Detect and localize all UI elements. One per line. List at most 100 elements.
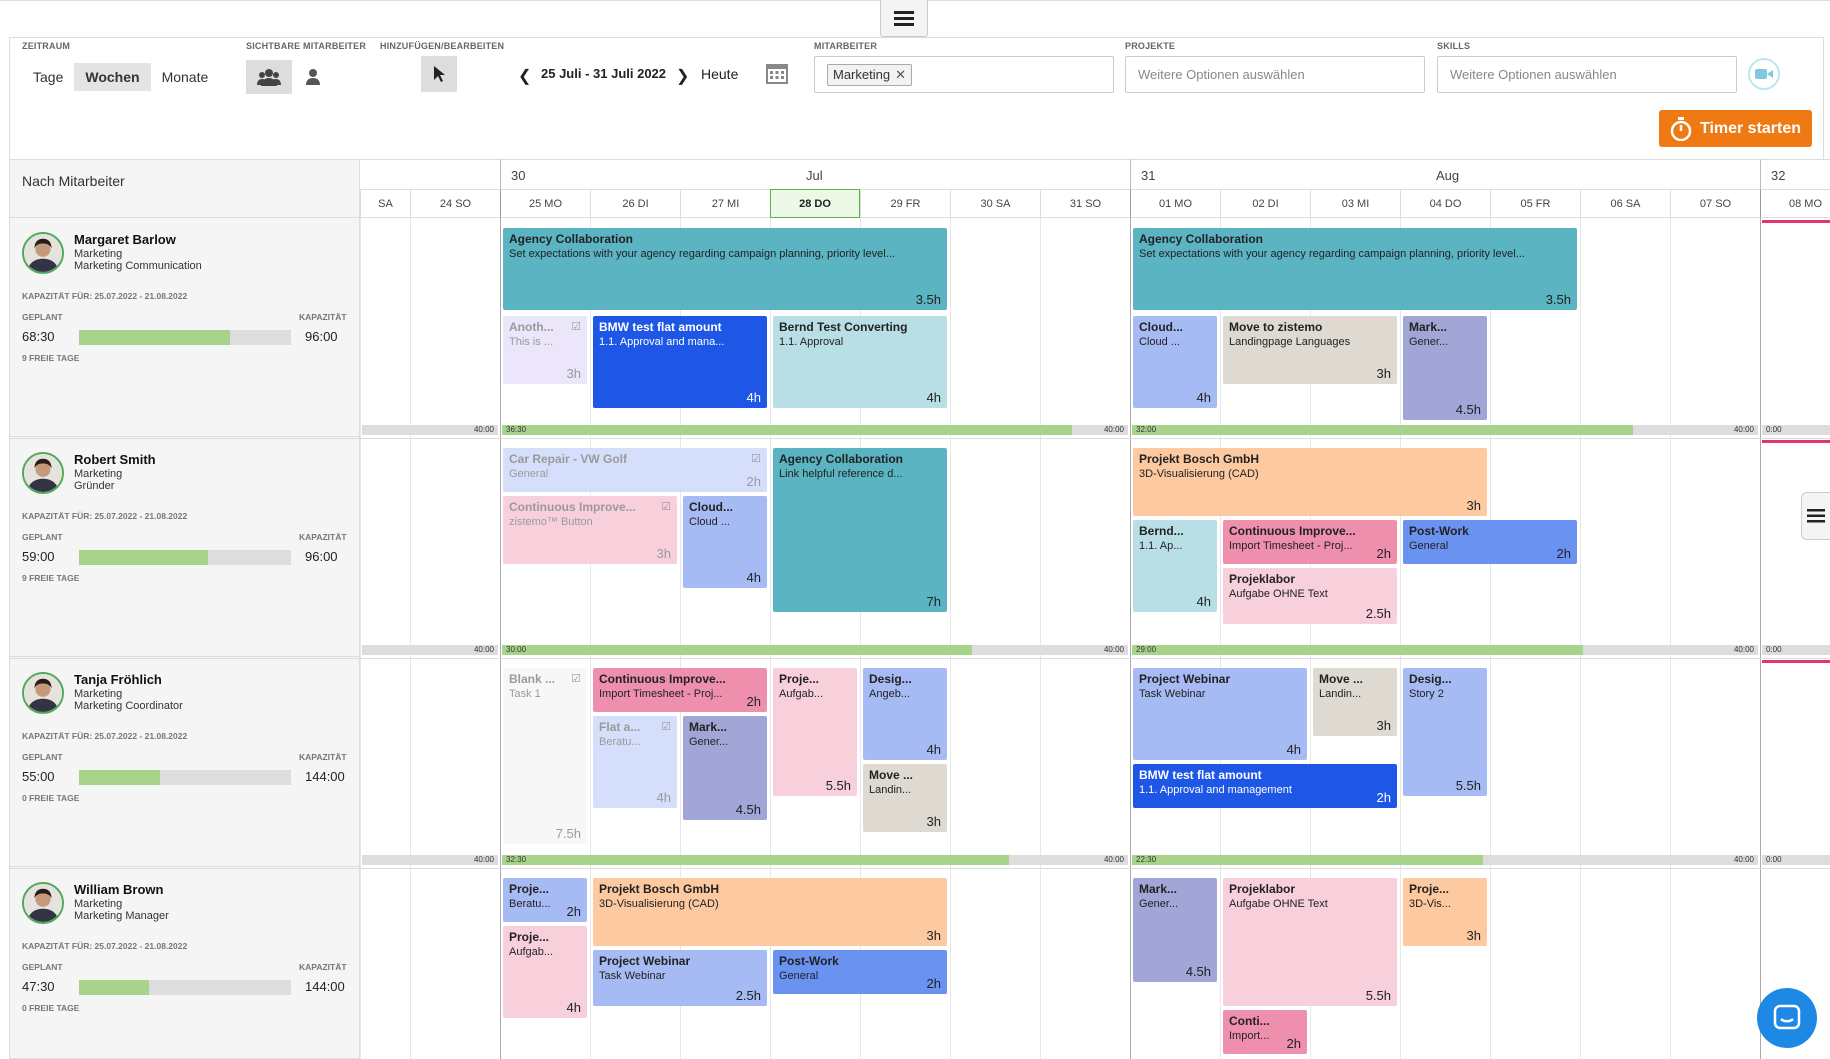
task-card[interactable]: Desig... Angeb... 4h [863, 668, 947, 760]
task-card[interactable]: Continuous Improve... Import Timesheet - … [593, 668, 767, 712]
day-header[interactable]: 29 FR [860, 189, 950, 218]
checkbox-checked-icon[interactable]: ☑ [571, 320, 581, 333]
task-card[interactable]: Projeklabor Aufgabe OHNE Text 5.5h [1223, 878, 1397, 1006]
planned-progress-fill [79, 330, 230, 345]
task-card[interactable]: Post-Work General 2h [773, 950, 947, 994]
task-card[interactable]: Agency Collaboration Set expectations wit… [503, 228, 947, 310]
day-header[interactable]: 27 MI [680, 189, 770, 218]
task-card[interactable]: Proje... Beratu... 2h [503, 878, 587, 922]
task-card[interactable]: Mark... Gener... 4.5h [1133, 878, 1217, 982]
date-picker-button[interactable] [766, 62, 788, 89]
capacity-period: KAPAZITÄT FÜR: 25.07.2022 - 21.08.2022 [22, 511, 188, 521]
task-card[interactable]: Blank ... Task 1 7.5h ☑ [503, 668, 587, 844]
day-header[interactable]: 04 DO [1400, 189, 1490, 218]
checkbox-checked-icon[interactable]: ☑ [661, 720, 671, 733]
skills-filter[interactable]: Weitere Optionen auswählen [1437, 56, 1737, 93]
weekly-planned: 32:30 [506, 855, 527, 864]
task-card[interactable]: Cloud... Cloud ... 4h [1133, 316, 1217, 408]
timer-start-button[interactable]: Timer starten [1659, 110, 1812, 147]
checkbox-checked-icon[interactable]: ☑ [571, 672, 581, 685]
task-card[interactable]: Continuous Improve... Import Timesheet - … [1223, 520, 1397, 564]
task-card[interactable]: Move ... Landin... 3h [863, 764, 947, 832]
task-card[interactable]: Projekt Bosch GmbH 3D-Visualisierung (CAD… [593, 878, 947, 946]
task-card[interactable]: Desig... Story 2 5.5h [1403, 668, 1487, 796]
task-card[interactable]: Project Webinar Task Webinar 4h [1133, 668, 1307, 760]
next-week-button[interactable]: ❯ [676, 66, 689, 86]
prev-week-button[interactable]: ❮ [518, 66, 531, 86]
day-header[interactable]: 01 MO [1130, 189, 1220, 218]
main-menu-button[interactable] [880, 0, 928, 37]
task-card[interactable]: Move ... Landin... 3h [1313, 668, 1397, 736]
video-button[interactable] [1748, 58, 1780, 90]
checkbox-checked-icon[interactable]: ☑ [661, 500, 671, 513]
task-card[interactable]: Anoth... This is ... 3h ☑ [503, 316, 587, 384]
task-subtitle: Set expectations with your agency regard… [509, 248, 895, 260]
task-card[interactable]: Project Webinar Task Webinar 2.5h [593, 950, 767, 1006]
task-card[interactable]: Proje... 3D-Vis... 3h [1403, 878, 1487, 946]
task-title: Car Repair - VW Golf [509, 452, 628, 466]
day-header[interactable]: 28 DO [770, 189, 860, 218]
task-card[interactable]: Bernd Test Converting 1.1. Approval 4h [773, 316, 947, 408]
task-card[interactable]: BMW test flat amount 1.1. Approval and ma… [1133, 764, 1397, 808]
hamburger-icon [894, 11, 914, 26]
day-header[interactable]: 31 SO [1040, 189, 1130, 218]
task-card[interactable]: Continuous Improve... zistemo™ Button 3h ☑ [503, 496, 677, 564]
task-card[interactable]: Bernd... 1.1. Ap... 4h [1133, 520, 1217, 612]
day-header[interactable]: 25 MO [500, 189, 590, 218]
weekly-capacity: 40:00 [473, 425, 494, 434]
task-card[interactable]: Cloud... Cloud ... 4h [683, 496, 767, 588]
day-header[interactable]: 30 SA [950, 189, 1040, 218]
task-card[interactable]: Conti... Import... 2h [1223, 1010, 1307, 1054]
day-header[interactable]: 05 FR [1490, 189, 1580, 218]
day-column-line [1400, 218, 1401, 1059]
mitarbeiter-filter[interactable]: Marketing ✕ [814, 56, 1114, 93]
task-subtitle: Link helpful reference d... [779, 468, 903, 480]
day-header[interactable]: 07 SO [1670, 189, 1760, 218]
task-subtitle: Task Webinar [599, 970, 666, 982]
projekte-filter[interactable]: Weitere Optionen auswählen [1125, 56, 1425, 93]
task-card[interactable]: Car Repair - VW Golf General 2h ☑ [503, 448, 767, 492]
show-single-employee-button[interactable] [300, 64, 326, 90]
task-card[interactable]: Mark... Gener... 4.5h [683, 716, 767, 820]
checkbox-checked-icon[interactable]: ☑ [751, 452, 761, 465]
close-icon[interactable]: ✕ [895, 67, 906, 83]
chat-button[interactable] [1757, 988, 1817, 1048]
weekly-capacity: 40:00 [1733, 645, 1754, 654]
day-header[interactable]: 08 MO [1760, 189, 1830, 218]
tab-wochen[interactable]: Wochen [74, 63, 151, 91]
task-card[interactable]: Agency Collaboration Set expectations wit… [1133, 228, 1577, 310]
task-card[interactable]: Agency Collaboration Link helpful referen… [773, 448, 947, 612]
task-title: Move ... [869, 768, 914, 782]
task-card[interactable]: Move to zistemo Landingpage Languages 3h [1223, 316, 1397, 384]
tab-monate[interactable]: Monate [151, 63, 220, 91]
day-header[interactable]: SA [360, 189, 410, 218]
task-card[interactable]: Post-Work General 2h [1403, 520, 1577, 564]
task-card[interactable]: Mark... Gener... 4.5h [1403, 316, 1487, 420]
chat-icon [1773, 1004, 1801, 1030]
task-card[interactable]: Projekt Bosch GmbH 3D-Visualisierung (CAD… [1133, 448, 1487, 516]
weekly-capacity-bar: 0:00 [1762, 425, 1830, 435]
show-all-employees-button[interactable] [246, 60, 292, 94]
day-header[interactable]: 26 DI [590, 189, 680, 218]
select-tool-button[interactable] [421, 56, 457, 92]
day-header[interactable]: 24 SO [410, 189, 500, 218]
tab-tage[interactable]: Tage [22, 63, 74, 91]
side-panel-toggle[interactable] [1801, 492, 1830, 540]
task-card[interactable]: Proje... Aufgab... 5.5h [773, 668, 857, 796]
employee-name: Margaret Barlow [74, 232, 176, 247]
day-header[interactable]: 06 SA [1580, 189, 1670, 218]
week-overflow-marker [1762, 660, 1830, 663]
task-title: Mark... [689, 720, 728, 734]
day-header[interactable]: 02 DI [1220, 189, 1310, 218]
capacity-label: KAPAZITÄT [299, 532, 347, 542]
cursor-icon [434, 66, 445, 82]
task-card[interactable]: Flat a... Beratu... 4h ☑ [593, 716, 677, 808]
weekly-capacity-bar: 0:00 [1762, 855, 1830, 865]
task-card[interactable]: Proje... Aufgab... 4h [503, 926, 587, 1018]
task-title: Bernd Test Converting [779, 320, 908, 334]
task-card[interactable]: Projeklabor Aufgabe OHNE Text 2.5h [1223, 568, 1397, 624]
today-button[interactable]: Heute [701, 66, 738, 82]
day-header[interactable]: 03 MI [1310, 189, 1400, 218]
task-hours: 7.5h [555, 826, 581, 841]
task-card[interactable]: BMW test flat amount 1.1. Approval and ma… [593, 316, 767, 408]
